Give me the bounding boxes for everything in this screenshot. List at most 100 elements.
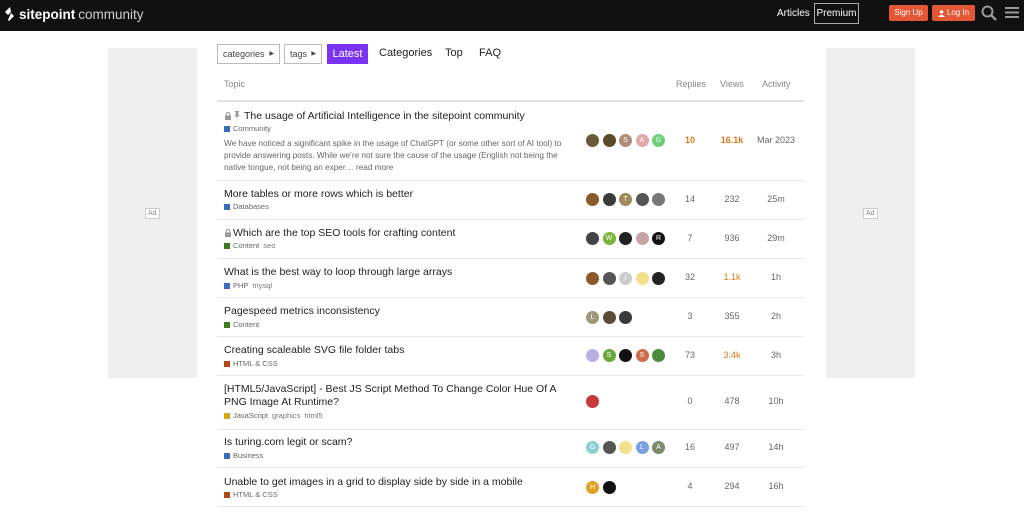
avatar[interactable]: G [652, 134, 665, 147]
activity-time[interactable]: 14h [756, 442, 796, 452]
activity-time[interactable]: 10h [756, 396, 796, 406]
topic-title-link[interactable]: Unable to get images in a grid to displa… [224, 476, 564, 489]
view-count[interactable]: 936 [712, 233, 752, 243]
activity-time[interactable]: 25m [756, 194, 796, 204]
view-count[interactable]: 3.4k [712, 350, 752, 360]
view-count[interactable]: 478 [712, 396, 752, 406]
category-badge[interactable]: Content [233, 320, 259, 329]
avatar[interactable]: A [635, 134, 649, 147]
avatar[interactable] [602, 272, 616, 285]
avatar[interactable] [602, 193, 616, 206]
category-badge[interactable]: JavaScript [233, 411, 268, 420]
log-in-button[interactable]: Log In [932, 5, 975, 21]
topic-title-link[interactable]: Is turing.com legit or scam? [224, 436, 564, 449]
reply-count[interactable]: 4 [670, 481, 710, 491]
avatar[interactable] [602, 441, 616, 454]
search-icon[interactable] [981, 5, 997, 21]
avatar[interactable]: S [635, 349, 649, 362]
view-count[interactable]: 16.1k [712, 135, 752, 145]
topic-title-link[interactable]: The usage of Artificial Intelligence in … [224, 110, 564, 123]
site-logo[interactable]: sitepoint community [5, 6, 144, 22]
activity-time[interactable]: 1h [756, 272, 796, 282]
col-replies[interactable]: Replies [676, 79, 706, 89]
avatar[interactable] [586, 349, 599, 362]
view-count[interactable]: 232 [712, 194, 752, 204]
avatar[interactable] [635, 193, 649, 206]
view-count[interactable]: 355 [712, 311, 752, 321]
reply-count[interactable]: 73 [670, 350, 710, 360]
avatar[interactable] [586, 232, 599, 245]
avatar[interactable] [619, 232, 632, 245]
avatar[interactable] [602, 134, 616, 147]
avatar[interactable] [652, 349, 665, 362]
category-badge[interactable]: Databases [233, 202, 269, 211]
tab-faq[interactable]: FAQ [479, 47, 501, 59]
avatar[interactable] [635, 272, 649, 285]
reply-count[interactable]: 3 [670, 311, 710, 321]
avatar[interactable] [586, 134, 599, 147]
avatar[interactable] [586, 395, 599, 408]
col-views[interactable]: Views [720, 79, 744, 89]
nav-premium-link[interactable]: Premium [814, 3, 859, 24]
hamburger-menu-icon[interactable] [1005, 6, 1019, 19]
topic-title-link[interactable]: Creating scaleable SVG file folder tabs [224, 344, 564, 357]
tags-dropdown[interactable]: tags ▶ [284, 44, 322, 64]
activity-time[interactable]: 16h [756, 481, 796, 491]
avatar[interactable]: G [586, 441, 599, 454]
avatar[interactable]: H [586, 481, 599, 494]
topic-title-link[interactable]: What is the best way to loop through lar… [224, 266, 564, 279]
reply-count[interactable]: 16 [670, 442, 710, 452]
categories-dropdown[interactable]: categories ▶ [217, 44, 280, 64]
avatar[interactable] [652, 272, 665, 285]
reply-count[interactable]: 0 [670, 396, 710, 406]
activity-time[interactable]: Mar 2023 [756, 135, 796, 145]
avatar[interactable]: A [652, 441, 665, 454]
avatar[interactable] [602, 311, 616, 324]
tab-latest[interactable]: Latest [327, 44, 368, 64]
tab-top[interactable]: Top [445, 47, 463, 59]
topic-title-link[interactable]: Pagespeed metrics inconsistency [224, 305, 564, 318]
avatar[interactable] [619, 349, 632, 362]
avatar[interactable]: W [602, 232, 616, 245]
tab-categories[interactable]: Categories [379, 47, 432, 59]
view-count[interactable]: 294 [712, 481, 752, 491]
avatar[interactable]: L [635, 441, 649, 454]
topic-title-link[interactable]: Which are the top SEO tools for crafting… [224, 227, 564, 240]
topic-tag[interactable]: graphics [272, 411, 300, 420]
reply-count[interactable]: 10 [670, 135, 710, 145]
avatar[interactable]: T [619, 193, 632, 206]
avatar[interactable]: L [586, 311, 599, 324]
avatar[interactable] [635, 232, 649, 245]
topic-tag[interactable]: html5 [304, 411, 322, 420]
topic-title-link[interactable]: More tables or more rows which is better [224, 188, 564, 201]
category-badge[interactable]: HTML & CSS [233, 359, 278, 368]
category-badge[interactable]: HTML & CSS [233, 490, 278, 499]
reply-count[interactable]: 32 [670, 272, 710, 282]
avatar[interactable]: R [652, 232, 665, 245]
activity-time[interactable]: 2h [756, 311, 796, 321]
sign-up-button[interactable]: Sign Up [889, 5, 928, 21]
avatar[interactable] [652, 193, 665, 206]
reply-count[interactable]: 14 [670, 194, 710, 204]
avatar[interactable] [586, 272, 599, 285]
reply-count[interactable]: 7 [670, 233, 710, 243]
view-count[interactable]: 497 [712, 442, 752, 452]
category-badge[interactable]: PHP [233, 281, 248, 290]
col-activity[interactable]: Activity [762, 79, 791, 89]
avatar[interactable]: S [619, 134, 632, 147]
avatar[interactable] [619, 311, 632, 324]
avatar[interactable] [619, 441, 632, 454]
view-count[interactable]: 1.1k [712, 272, 752, 282]
category-badge[interactable]: Community [233, 124, 271, 133]
col-topic[interactable]: Topic [224, 79, 245, 89]
category-badge[interactable]: Content [233, 241, 259, 250]
nav-articles-link[interactable]: Articles [777, 8, 810, 19]
avatar[interactable] [586, 193, 599, 206]
category-badge[interactable]: Business [233, 451, 263, 460]
avatar[interactable]: S [602, 349, 616, 362]
topic-tag[interactable]: seo [263, 241, 275, 250]
topic-tag[interactable]: mysql [252, 281, 272, 290]
avatar[interactable] [602, 481, 616, 494]
activity-time[interactable]: 3h [756, 350, 796, 360]
avatar[interactable]: I [619, 272, 632, 285]
